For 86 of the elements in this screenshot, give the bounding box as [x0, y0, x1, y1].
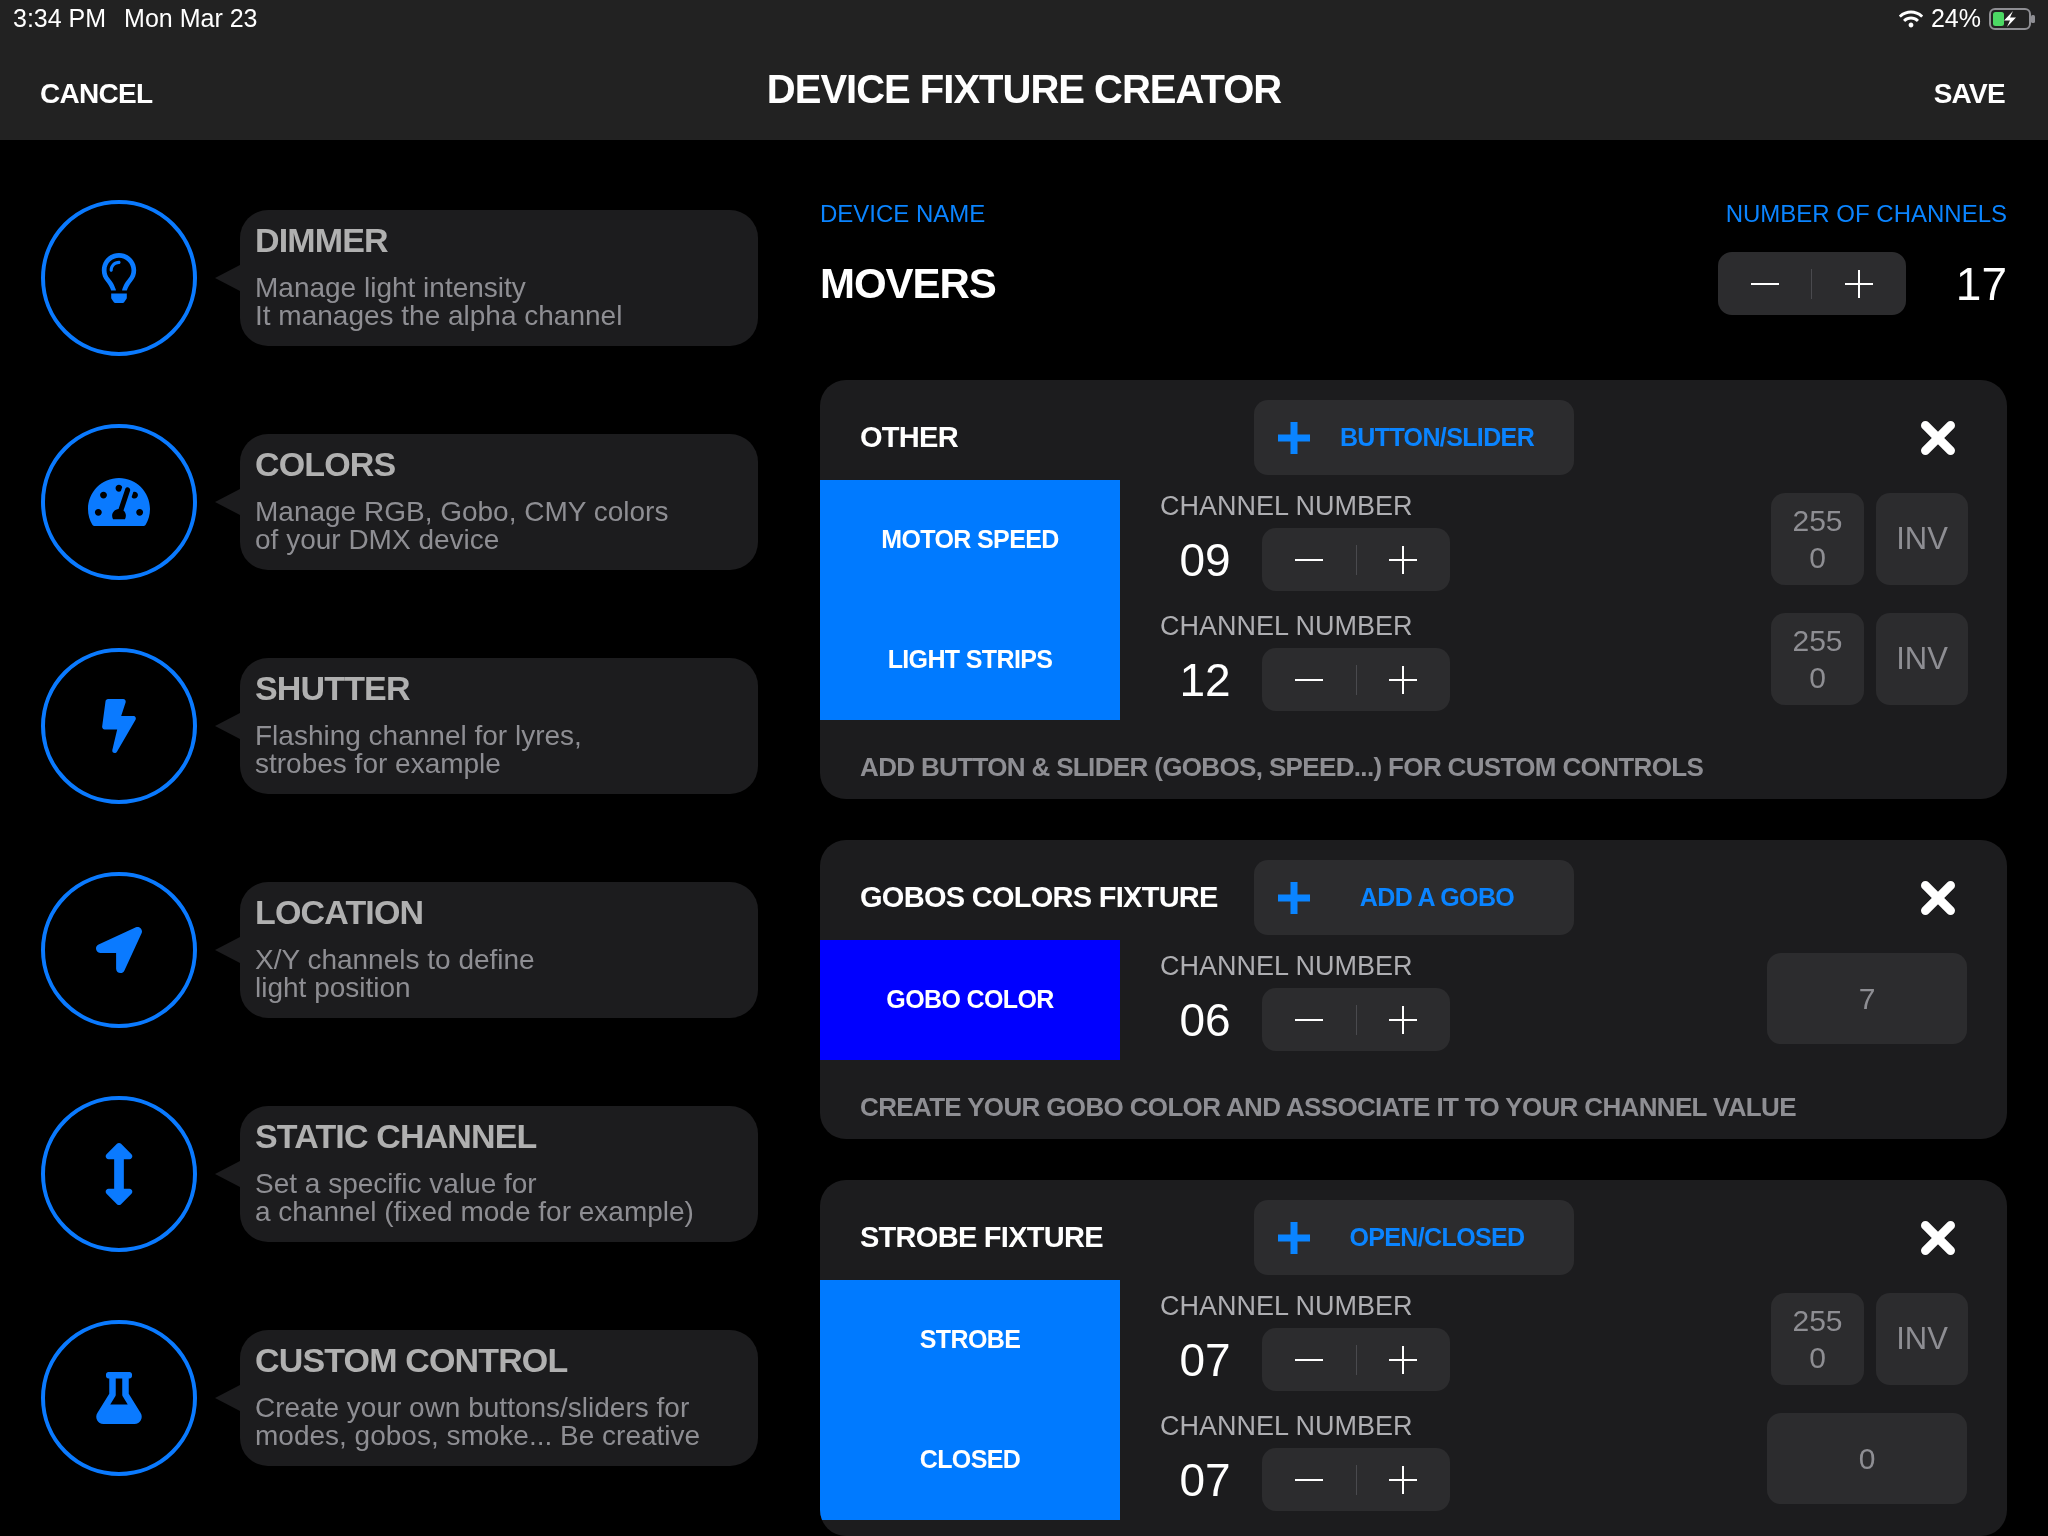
stepper[interactable] — [1262, 988, 1450, 1051]
device-name-label: DEVICE NAME — [820, 200, 986, 228]
invert-button[interactable]: INV — [1876, 493, 1968, 585]
function-item[interactable]: CLOSED — [820, 1400, 1120, 1520]
plus-icon — [1278, 1221, 1310, 1254]
plus-icon — [1389, 545, 1418, 574]
save-button[interactable]: SAVE — [1933, 73, 2005, 115]
range-button[interactable]: 255 0 — [1771, 1293, 1864, 1385]
plus-icon — [1389, 1345, 1418, 1374]
function-item[interactable]: LIGHT STRIPS — [820, 600, 1120, 720]
add-button[interactable]: ADD A GOBO — [1254, 860, 1574, 935]
flask-icon[interactable] — [41, 1320, 197, 1476]
page-title: DEVICE FIXTURE CREATOR — [766, 69, 1282, 109]
fixture-title: STROBE FIXTURE — [860, 1223, 1103, 1252]
add-button[interactable]: OPEN/CLOSED — [1254, 1200, 1574, 1275]
cancel-button[interactable]: CANCEL — [40, 73, 153, 115]
stepper[interactable] — [1262, 528, 1450, 591]
feature-title: COLORS — [255, 444, 396, 484]
minus-icon — [1294, 558, 1323, 561]
feature-title: STATIC CHANNEL — [255, 1116, 537, 1156]
channel-number: 07 — [1179, 1456, 1231, 1503]
device-name-field[interactable]: MOVERS — [820, 262, 996, 305]
feature-description: Manage light intensity It manages the alpha channel — [255, 274, 623, 330]
fixture-title: GOBOS COLORS FIXTURE — [860, 883, 1218, 912]
channel-count: 17 — [1955, 260, 2007, 307]
plus-icon — [1389, 665, 1418, 694]
close-icon — [1921, 420, 1955, 455]
range-button[interactable]: 255 0 — [1771, 493, 1864, 585]
battery-icon — [1989, 8, 2035, 30]
feature-title: LOCATION — [255, 892, 424, 932]
add-button[interactable]: BUTTON/SLIDER — [1254, 400, 1574, 475]
close-button[interactable] — [1921, 1220, 1955, 1255]
lightbulb-icon[interactable] — [41, 200, 197, 356]
feature-title: SHUTTER — [255, 668, 410, 708]
close-button[interactable] — [1921, 880, 1955, 915]
feature-description: Create your own buttons/sliders for modes, gobos, smoke... Be creative — [255, 1394, 701, 1450]
hint-text: ADD BUTTON & SLIDER (GOBOS, SPEED...) FOR CUSTOM CONTROLS — [860, 752, 1704, 782]
minus-icon — [1294, 1478, 1323, 1481]
plus-icon — [1278, 881, 1310, 914]
close-icon — [1921, 1220, 1955, 1255]
channel-number: 07 — [1179, 1336, 1231, 1383]
function-item[interactable]: STROBE — [820, 1280, 1120, 1400]
stepper[interactable] — [1262, 648, 1450, 711]
stepper[interactable] — [1262, 1328, 1450, 1391]
function-item[interactable]: MOTOR SPEED — [820, 480, 1120, 600]
channel-label: CHANNEL NUMBER — [1160, 491, 1414, 522]
range-button[interactable]: 255 0 — [1771, 613, 1864, 705]
gauge-icon[interactable] — [41, 424, 197, 580]
channel-count-label: NUMBER OF CHANNELS — [1725, 200, 2007, 228]
invert-button[interactable]: INV — [1876, 613, 1968, 705]
minus-icon — [1294, 1358, 1323, 1361]
status-time: 3:34 PM — [13, 3, 107, 35]
feature-title: CUSTOM CONTROL — [255, 1340, 568, 1380]
minus-icon — [1294, 1018, 1323, 1021]
status-date: Mon Mar 23 — [124, 3, 258, 35]
feature-description: X/Y channels to define light position — [255, 946, 535, 1002]
feature-description: Manage RGB, Gobo, CMY colors of your DMX device — [255, 498, 669, 554]
plus-icon — [1389, 1465, 1418, 1494]
close-button[interactable] — [1921, 420, 1955, 455]
value-field[interactable]: 7 — [1767, 953, 1967, 1044]
hint-text: CREATE YOUR GOBO COLOR AND ASSOCIATE IT TO YOUR CHANNEL VALUE — [860, 1092, 1796, 1122]
function-item[interactable]: GOBO COLOR — [820, 940, 1120, 1060]
fixture-title: OTHER — [860, 423, 958, 452]
feature-description: Flashing channel for lyres, strobes for example — [255, 722, 582, 778]
plus-icon — [1278, 421, 1310, 454]
battery-percent: 24% — [1930, 3, 1981, 35]
minus-icon — [1750, 282, 1779, 285]
channel-number: 09 — [1179, 536, 1231, 583]
plus-icon — [1845, 269, 1874, 298]
stepper[interactable] — [1717, 252, 1906, 315]
plus-icon — [1389, 1005, 1418, 1034]
stepper[interactable] — [1262, 1448, 1450, 1511]
minus-icon — [1294, 678, 1323, 681]
feature-description: Set a specific value for a channel (fixed mode for example) — [255, 1170, 694, 1226]
channel-label: CHANNEL NUMBER — [1160, 611, 1414, 642]
channel-label: CHANNEL NUMBER — [1160, 951, 1414, 982]
close-icon — [1921, 880, 1955, 915]
vertical-arrows-icon[interactable] — [41, 1096, 197, 1252]
value-field[interactable]: 0 — [1767, 1413, 1967, 1504]
invert-button[interactable]: INV — [1876, 1293, 1968, 1385]
channel-number: 06 — [1179, 996, 1231, 1043]
lightning-bolt-icon[interactable] — [41, 648, 197, 804]
channel-number: 12 — [1179, 656, 1231, 703]
channel-label: CHANNEL NUMBER — [1160, 1411, 1414, 1442]
feature-title: DIMMER — [255, 220, 388, 260]
channel-label: CHANNEL NUMBER — [1160, 1291, 1414, 1322]
